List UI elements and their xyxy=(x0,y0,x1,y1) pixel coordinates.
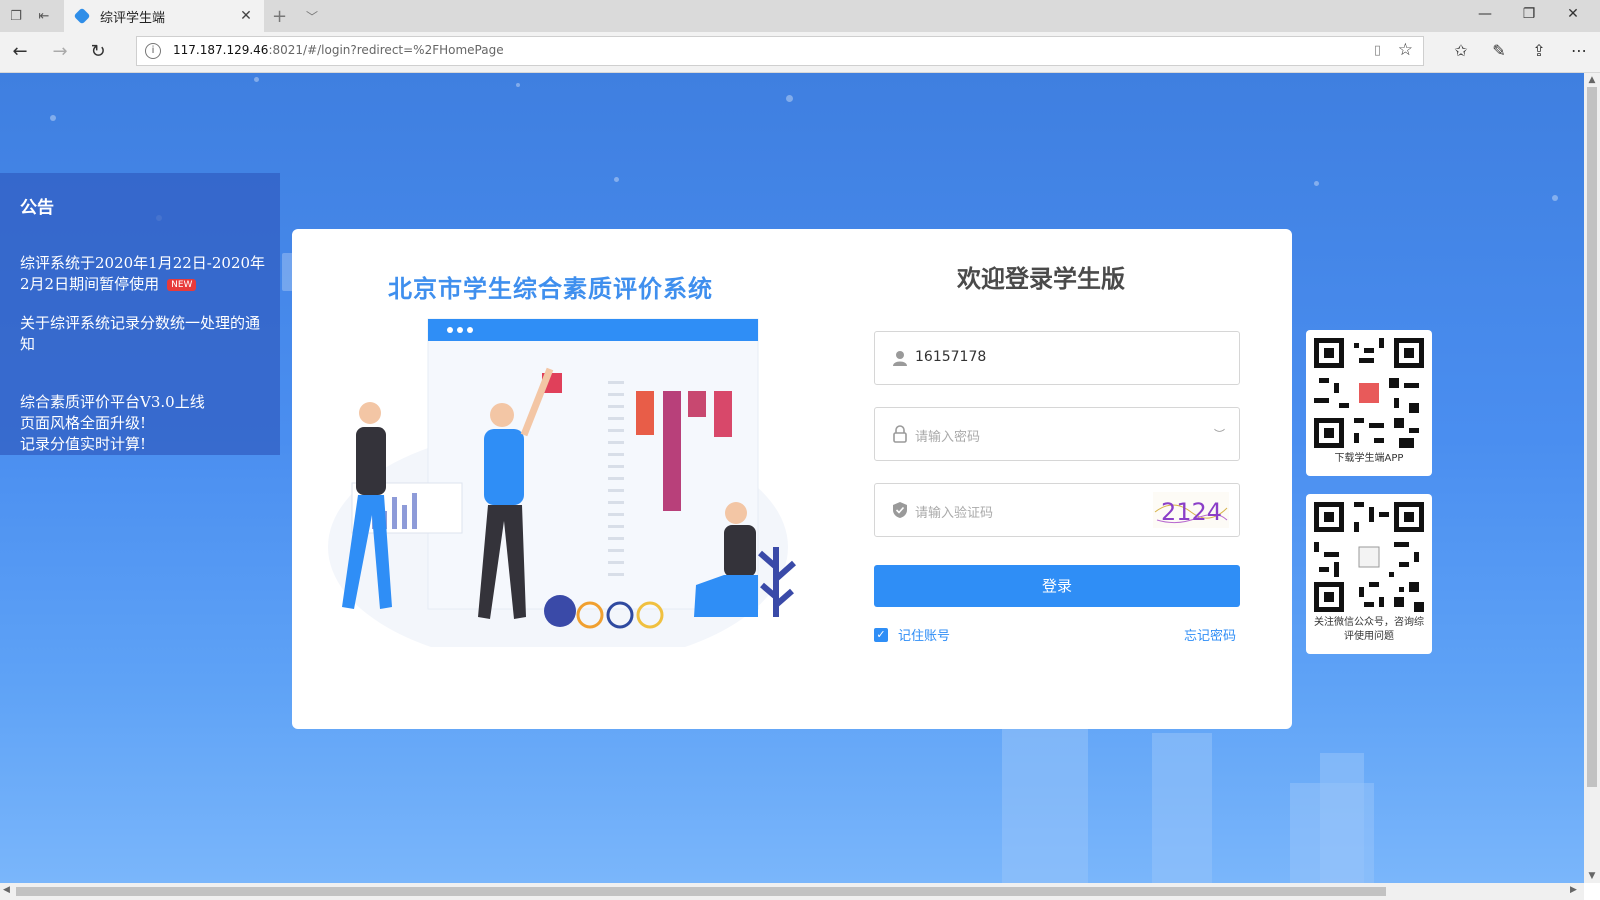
remember-label: 记住账号 xyxy=(898,629,951,644)
notice-panel: 公告 综评系统于2020年1月22日-2020年2月2日期间暂停使用 NEW 关于… xyxy=(0,173,280,455)
username-value: 16157178 xyxy=(915,349,987,365)
forgot-password-link[interactable]: 忘记密码 xyxy=(1184,625,1236,644)
notice-item-text: 综评系统于2020年1月22日-2020年2月2日期间暂停使用 xyxy=(20,254,266,293)
vertical-scroll-thumb[interactable] xyxy=(1587,87,1597,787)
url-host: 117.187.129.46 xyxy=(173,43,269,57)
tab-back-icon[interactable]: ⇤ xyxy=(34,6,54,26)
notice-item-text: 关于综评系统记录分数统一处理的通知 xyxy=(20,314,261,353)
password-field[interactable]: 请输入密码 ︶ xyxy=(874,407,1240,461)
close-window-icon[interactable]: ✕ xyxy=(1558,6,1588,22)
notice-title: 公告 xyxy=(20,198,54,218)
browser-navbar: ← → ↻ i 117.187.129.46:8021/#/login?redi… xyxy=(0,32,1600,73)
skyline-building xyxy=(1002,713,1088,883)
system-title: 北京市学生综合素质评价系统 xyxy=(388,275,713,303)
browser-tab[interactable]: 综评学生端 ✕ xyxy=(64,0,264,32)
new-badge: NEW xyxy=(167,279,197,291)
star-decoration xyxy=(786,95,793,102)
shield-check-icon xyxy=(893,502,907,518)
horizontal-scrollbar[interactable]: ◀ ▶ xyxy=(0,883,1584,900)
login-page: 公告 综评系统于2020年1月22日-2020年2月2日期间暂停使用 NEW 关于… xyxy=(0,73,1584,883)
welcome-heading: 欢迎登录学生版 xyxy=(957,265,1125,293)
site-favicon-icon xyxy=(73,7,91,25)
wechat-qr-code xyxy=(1314,502,1424,612)
captcha-text: 2124 xyxy=(1161,498,1222,526)
notice-item[interactable]: 关于综评系统记录分数统一处理的通知 xyxy=(20,313,266,355)
remember-account[interactable]: ✓ 记住账号 xyxy=(874,625,950,644)
scroll-up-icon[interactable]: ▲ xyxy=(1584,75,1600,85)
address-bar[interactable]: i 117.187.129.46:8021/#/login?redirect=%… xyxy=(136,36,1424,66)
more-menu-icon[interactable]: ⋯ xyxy=(1566,41,1592,60)
star-decoration xyxy=(614,177,619,182)
user-icon xyxy=(893,351,907,366)
skyline-building xyxy=(1320,753,1364,883)
captcha-image[interactable]: 2124 xyxy=(1153,492,1229,528)
wechat-qr-panel: 关注微信公众号，咨询综评使用问题 xyxy=(1306,494,1432,654)
star-decoration xyxy=(50,115,56,121)
notice-item[interactable]: 综合素质评价平台V3.0上线 页面风格全面升级! 记录分值实时计算! xyxy=(20,371,266,455)
login-button[interactable]: 登录 xyxy=(874,565,1240,607)
scroll-down-icon[interactable]: ▼ xyxy=(1584,871,1600,881)
tab-list-chevron-icon[interactable]: ﹀ xyxy=(306,8,318,25)
lock-icon xyxy=(893,425,907,443)
tab-close-icon[interactable]: ✕ xyxy=(236,8,256,24)
education-illustration xyxy=(328,318,796,647)
scroll-left-icon[interactable]: ◀ xyxy=(3,885,10,895)
favorites-list-icon[interactable]: ✩ xyxy=(1448,41,1474,60)
reading-view-icon[interactable]: ▯ xyxy=(1374,43,1381,58)
pen-notes-icon[interactable]: ✎ xyxy=(1486,41,1512,60)
browser-tabbar: ❐ ⇤ 综评学生端 ✕ + ﹀ — ❐ ✕ xyxy=(0,0,1600,32)
vertical-scrollbar[interactable]: ▲ ▼ xyxy=(1584,73,1600,883)
restore-icon[interactable]: ❐ xyxy=(1514,6,1544,22)
new-tab-icon[interactable]: + xyxy=(272,6,287,27)
address-url[interactable]: 117.187.129.46:8021/#/login?redirect=%2F… xyxy=(173,43,504,57)
login-card: 北京市学生综合素质评价系统 欢迎登录学生版 16157178 请输入密码 ︶ 请… xyxy=(292,229,1292,729)
tab-actions-icon[interactable]: ❐ xyxy=(6,6,26,26)
scroll-right-icon[interactable]: ▶ xyxy=(1570,885,1577,895)
tab-title: 综评学生端 xyxy=(100,10,166,26)
horizontal-scroll-thumb[interactable] xyxy=(16,887,1386,896)
app-qr-caption: 下载学生端APP xyxy=(1334,453,1404,464)
username-field[interactable]: 16157178 xyxy=(874,331,1240,385)
favorite-star-icon[interactable]: ☆ xyxy=(1398,40,1413,60)
site-info-icon[interactable]: i xyxy=(145,43,161,59)
share-icon[interactable]: ⇪ xyxy=(1526,41,1552,60)
password-placeholder: 请输入密码 xyxy=(915,430,981,445)
refresh-icon[interactable]: ↻ xyxy=(86,41,110,63)
forward-arrow-icon[interactable]: → xyxy=(48,41,72,63)
star-decoration xyxy=(516,83,520,87)
remember-checkbox[interactable]: ✓ xyxy=(874,627,888,642)
captcha-field[interactable]: 请输入验证码 2124 xyxy=(874,483,1240,537)
app-qr-panel: 下载学生端APP xyxy=(1306,330,1432,476)
back-arrow-icon[interactable]: ← xyxy=(8,41,32,63)
url-path: :8021/#/login?redirect=%2FHomePage xyxy=(268,43,504,57)
app-qr-code xyxy=(1314,338,1424,448)
wechat-qr-caption: 关注微信公众号，咨询综评使用问题 xyxy=(1314,617,1424,642)
skyline-building xyxy=(1152,733,1212,883)
minimize-icon[interactable]: — xyxy=(1470,6,1500,22)
notice-item-text: 综合素质评价平台V3.0上线 页面风格全面升级! 记录分值实时计算! xyxy=(20,393,205,453)
toggle-password-eye-icon[interactable]: ︶ xyxy=(1214,426,1225,442)
star-decoration xyxy=(254,77,259,82)
star-decoration xyxy=(1552,195,1558,201)
captcha-placeholder: 请输入验证码 xyxy=(915,506,994,521)
star-decoration xyxy=(1314,181,1319,186)
notice-item[interactable]: 综评系统于2020年1月22日-2020年2月2日期间暂停使用 NEW xyxy=(20,253,266,295)
